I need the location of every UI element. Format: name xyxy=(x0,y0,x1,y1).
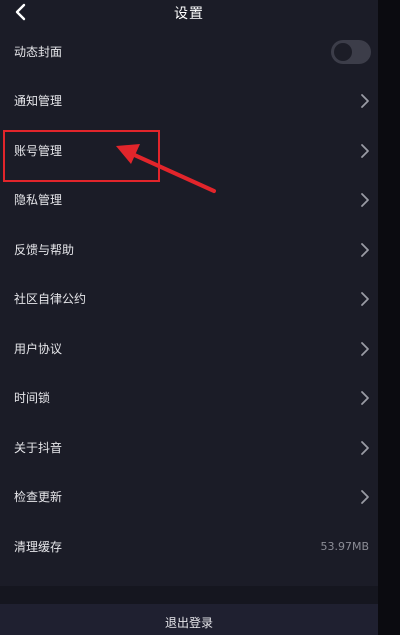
setting-row-community-guidelines[interactable]: 社区自律公约 xyxy=(0,275,378,324)
settings-screen: 设置 动态封面 通知管理 账号管理 隐私管理 反馈与帮助 社区自律公约 用户协议… xyxy=(0,0,378,635)
chevron-right-icon xyxy=(361,144,369,158)
chevron-right-icon xyxy=(361,342,369,356)
cache-size: 53.97MB xyxy=(320,540,369,553)
setting-label: 隐私管理 xyxy=(14,193,63,207)
setting-row-time-lock[interactable]: 时间锁 xyxy=(0,374,378,423)
chevron-right-icon xyxy=(361,441,369,455)
chevron-right-icon xyxy=(361,490,369,504)
setting-label: 用户协议 xyxy=(14,342,63,356)
dynamic-cover-toggle[interactable] xyxy=(331,40,371,64)
setting-label: 动态封面 xyxy=(14,45,63,59)
logout-label: 退出登录 xyxy=(164,616,213,630)
chevron-right-icon xyxy=(361,292,369,306)
setting-row-user-agreement[interactable]: 用户协议 xyxy=(0,325,378,374)
setting-label: 反馈与帮助 xyxy=(14,243,75,257)
chevron-right-icon xyxy=(361,391,369,405)
setting-label: 关于抖音 xyxy=(14,441,63,455)
setting-label: 时间锁 xyxy=(14,391,51,405)
screen-edge xyxy=(378,0,400,635)
setting-row-about[interactable]: 关于抖音 xyxy=(0,424,378,473)
chevron-right-icon xyxy=(361,193,369,207)
setting-row-feedback-help[interactable]: 反馈与帮助 xyxy=(0,226,378,275)
chevron-right-icon xyxy=(361,94,369,108)
setting-row-notifications[interactable]: 通知管理 xyxy=(0,77,378,126)
setting-row-clear-cache[interactable]: 清理缓存 53.97MB xyxy=(0,523,378,572)
page-title: 设置 xyxy=(174,6,204,22)
setting-row-check-updates[interactable]: 检查更新 xyxy=(0,473,378,522)
annotation-arrow-icon xyxy=(116,144,216,193)
setting-label: 通知管理 xyxy=(14,94,63,108)
setting-row-dynamic-cover: 动态封面 xyxy=(0,28,378,77)
toggle-knob xyxy=(334,43,352,61)
setting-label: 清理缓存 xyxy=(14,540,63,554)
chevron-right-icon xyxy=(361,243,369,257)
top-bar: 设置 xyxy=(0,0,378,26)
section-divider xyxy=(0,586,378,604)
setting-label: 社区自律公约 xyxy=(14,292,87,306)
logout-button[interactable]: 退出登录 xyxy=(0,604,378,635)
setting-label: 检查更新 xyxy=(14,490,63,504)
